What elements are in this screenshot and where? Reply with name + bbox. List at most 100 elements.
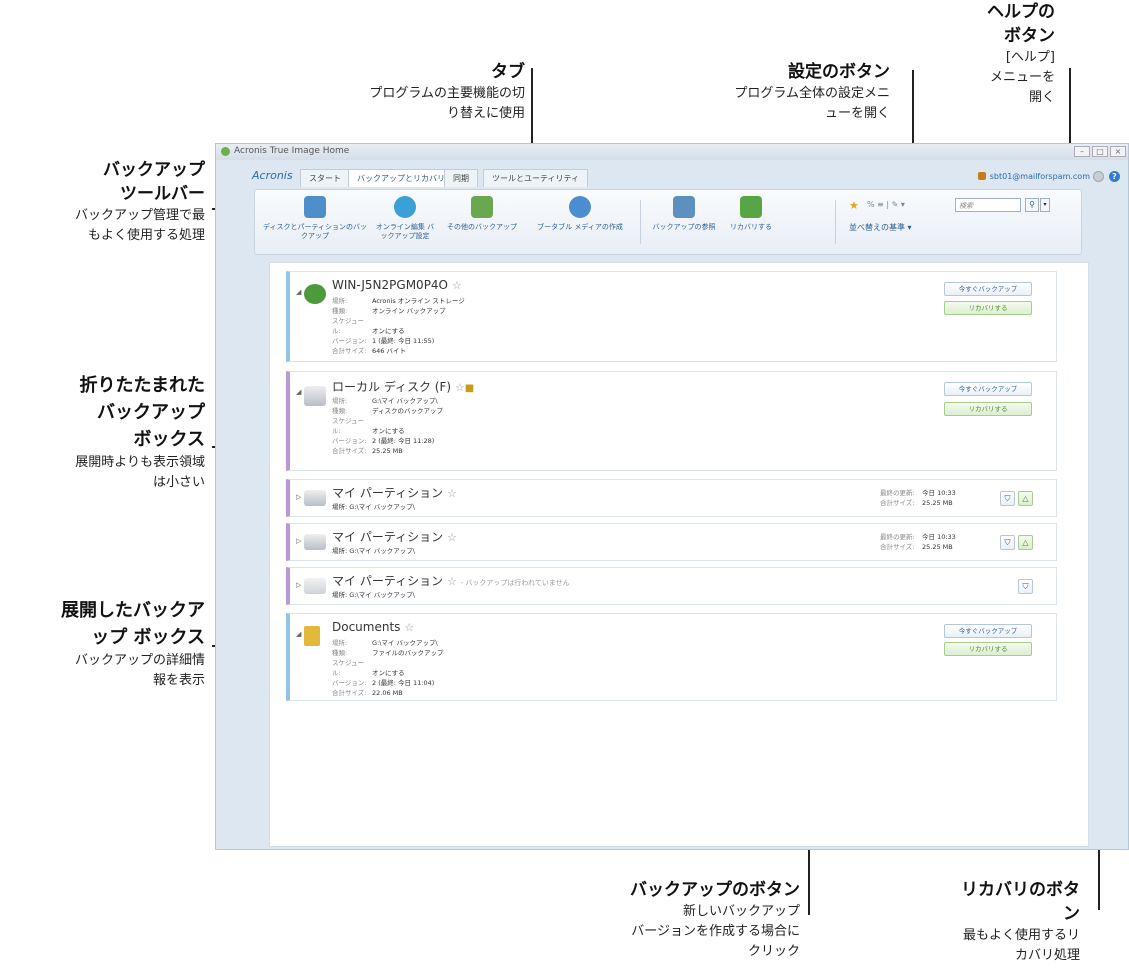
backup-toolbar: ディスクとパーティションのバックアップ オンライン編集 バックアップ設定 その他… — [254, 189, 1082, 255]
favorite-star-icon[interactable]: ☆ — [447, 575, 457, 588]
toolbar-annotation-title-1: バックアップ — [103, 160, 205, 180]
toolbar-online-backup[interactable]: オンライン編集 バックアップ設定 — [375, 196, 435, 241]
help-annotation-desc-1: [ヘルプ] — [1005, 50, 1055, 65]
backup-now-button[interactable]: 今すぐバックアップ — [944, 382, 1032, 396]
favorite-star-icon[interactable]: ☆ — [404, 621, 414, 634]
recovery-btn-annotation-title-1: リカバリのボタ — [961, 880, 1080, 900]
backup-now-button[interactable]: 今すぐバックアップ — [944, 282, 1032, 296]
collapsed-annotation-title-1: 折りたたまれた — [79, 375, 205, 396]
settings-leader-line-v — [912, 70, 914, 154]
favorite-star-icon[interactable]: ☆ — [447, 487, 457, 500]
search-input[interactable]: 検索 — [955, 198, 1021, 212]
minimize-icon[interactable]: – — [1074, 146, 1090, 157]
expand-arrow-icon[interactable]: ▷ — [296, 581, 301, 589]
lock-icon: ■ — [464, 383, 475, 394]
tabs-annotation-desc-2: り替えに使用 — [446, 106, 525, 121]
expand-arrow-icon[interactable]: ◢ — [296, 388, 301, 396]
sort-by-button[interactable]: 並べ替えの基準 ▾ — [849, 222, 912, 233]
tab-start[interactable]: スタート — [300, 169, 350, 187]
backup-box-title: マイ パーティション — [332, 486, 444, 500]
recover-button[interactable]: リカバリする — [944, 402, 1032, 416]
disk-icon — [304, 534, 326, 550]
backup-box-collapsed[interactable]: ▷ マイ パーティション ☆ 場所: G:\マイ バックアップ\ 最終の更新: 今… — [286, 479, 1057, 517]
backup-now-icon[interactable]: ⛉ — [1000, 535, 1015, 550]
recover-button[interactable]: リカバリする — [944, 301, 1032, 315]
toolbar-annotation-desc-1: バックアップ管理で最 — [74, 208, 205, 223]
app-window: Acronis True Image Home – □ × Acronis スタ… — [215, 143, 1129, 850]
not-backed-up-note: - バックアップは行われていません — [460, 579, 570, 587]
backup-box-title: Documents — [332, 620, 401, 634]
recover-icon[interactable]: △ — [1018, 491, 1033, 506]
backup-box-collapsed[interactable]: ▷ マイ パーティション ☆ 場所: G:\マイ バックアップ\ 最終の更新: 今… — [286, 523, 1057, 561]
tab-tools[interactable]: ツールとユーティリティ — [483, 169, 589, 187]
help-annotation-desc-3: 開く — [1028, 90, 1055, 105]
backup-now-button[interactable]: 今すぐバックアップ — [944, 624, 1032, 638]
recover-button[interactable]: リカバリする — [944, 642, 1032, 656]
backup-btn-annotation-desc-1: 新しいバックアップ — [682, 904, 800, 919]
backup-now-icon[interactable]: ⛉ — [1018, 579, 1033, 594]
toolbar-misc-controls[interactable]: % ≡ | ✎ ▾ — [867, 200, 905, 209]
expand-arrow-icon[interactable]: ▷ — [296, 537, 301, 545]
collapsed-annotation-title-3: ボックス — [133, 429, 205, 450]
user-icon — [977, 172, 986, 180]
collapsed-annotation-title-2: バックアップ — [97, 402, 205, 423]
recover-icon[interactable]: △ — [1018, 535, 1033, 550]
header-row: Acronis スタート バックアップとリカバリ 同期 ツールとユーティリティ … — [252, 169, 1120, 187]
chevron-down-icon[interactable]: ▾ — [1040, 198, 1050, 212]
help-icon[interactable]: ? — [1109, 171, 1120, 182]
backup-now-icon[interactable]: ⛉ — [1000, 491, 1015, 506]
backup-location: 場所: G:\マイ バックアップ\ — [332, 547, 415, 555]
toolbar-other-backup[interactable]: その他のバックアップ — [445, 196, 519, 232]
toolbar-browse-backup[interactable]: バックアップの参照 — [650, 196, 718, 232]
collapsed-annotation-desc-2: は小さい — [152, 475, 205, 490]
recovery-btn-annotation-desc-2: カバリ処理 — [1014, 948, 1080, 963]
expanded-annotation-desc-1: バックアップの詳細情 — [74, 653, 205, 668]
favorite-star-icon[interactable]: ☆ — [452, 279, 462, 292]
expand-arrow-icon[interactable]: ◢ — [296, 288, 301, 296]
backup-box[interactable]: ◢ Documents ☆ 場所: G:\マイ バックアップ\ 種類: ファイルのバ… — [286, 613, 1057, 701]
star-filter-icon[interactable]: ★ — [849, 199, 859, 212]
user-account[interactable]: sbt01@mailforspam.com — [977, 172, 1090, 181]
expand-arrow-icon[interactable]: ◢ — [296, 630, 301, 638]
tab-sync[interactable]: 同期 — [444, 169, 478, 187]
brand-logo: Acronis — [252, 169, 293, 182]
expanded-annotation-title-1: 展開したバックア — [61, 600, 205, 621]
help-annotation-title-1: ヘルプの — [987, 2, 1055, 22]
user-email: sbt01@mailforspam.com — [989, 172, 1090, 181]
expand-arrow-icon[interactable]: ▷ — [296, 493, 301, 501]
favorite-star-icon[interactable]: ☆ — [447, 531, 457, 544]
backup-btn-annotation-desc-3: クリック — [747, 944, 800, 959]
toolbar-recover[interactable]: リカバリする — [725, 196, 777, 232]
backup-btn-annotation-desc-2: バージョンを作成する場合に — [631, 924, 800, 939]
window-title: Acronis True Image Home — [234, 146, 350, 156]
backup-details: 場所: Acronis オンライン ストレージ 種類: オンライン バックアップ ス… — [332, 297, 465, 355]
close-icon[interactable]: × — [1110, 146, 1126, 157]
recover-icon — [740, 196, 762, 218]
window-titlebar: Acronis True Image Home – □ × — [216, 144, 1128, 160]
backup-box[interactable]: ◢ ローカル ディスク (F) ☆■ 場所: G:\マイ バックアップ\ 種類: デ… — [286, 371, 1057, 471]
toolbar-online-backup-label: オンライン編集 バックアップ設定 — [375, 223, 435, 240]
disk-icon — [304, 578, 326, 594]
recovery-btn-annotation-desc-1: 最もよく使用するリ — [962, 928, 1080, 943]
app-logo-icon — [221, 147, 230, 156]
backup-box[interactable]: ◢ WIN-J5N2PGM0P4O ☆ 場所: Acronis オンライン ストレ… — [286, 271, 1057, 362]
maximize-icon[interactable]: □ — [1092, 146, 1108, 157]
expanded-annotation-title-2: ップ ボックス — [91, 627, 205, 648]
disk-icon — [304, 490, 326, 506]
backup-btn-annotation-title: バックアップのボタン — [630, 880, 800, 900]
settings-annotation-desc-1: プログラム全体の設定メニ — [734, 86, 890, 101]
search-icon[interactable]: ⚲ — [1025, 198, 1039, 212]
backup-box-collapsed[interactable]: ▷ マイ パーティション ☆ - バックアップは行われていません 場所: G:\… — [286, 567, 1057, 605]
recovery-btn-annotation: リカバリのボタ ン 最もよく使用するリ カバリ処理 — [895, 878, 1080, 966]
online-backup-box-icon — [304, 284, 326, 304]
tab-backup-recovery[interactable]: バックアップとリカバリ — [348, 169, 454, 187]
toolbar-disk-backup[interactable]: ディスクとパーティションのバックアップ — [261, 196, 369, 241]
settings-annotation-desc-2: ューを開く — [824, 106, 890, 121]
settings-icon[interactable] — [1093, 171, 1104, 182]
backup-list-panel: ◢ WIN-J5N2PGM0P4O ☆ 場所: Acronis オンライン ストレ… — [269, 262, 1089, 847]
toolbar-bootable-media[interactable]: ブータブル メディアの作成 — [535, 196, 625, 232]
other-backup-icon — [471, 196, 493, 218]
browse-backup-icon — [673, 196, 695, 218]
favorite-star-icon[interactable]: ☆ — [455, 381, 465, 394]
toolbar-browse-backup-label: バックアップの参照 — [652, 223, 716, 231]
